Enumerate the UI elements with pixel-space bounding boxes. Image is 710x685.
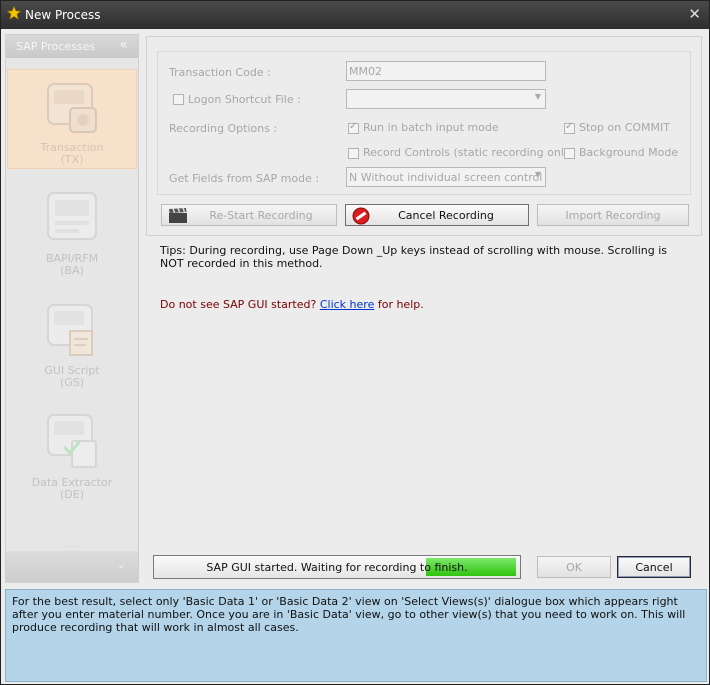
record-controls-label: Record Controls (static recording only)	[363, 146, 575, 159]
no-entry-icon	[352, 207, 370, 225]
gui-script-icon	[47, 304, 93, 356]
sidebar-item-code: (BA)	[60, 264, 84, 277]
recording-options-label: Recording Options :	[169, 122, 278, 135]
new-process-window: New Process ✕ SAP Processes « Transactio…	[0, 0, 710, 685]
title-bar: New Process ✕	[1, 1, 709, 29]
cancel-recording-button[interactable]: Cancel Recording	[345, 204, 529, 226]
recording-settings-panel: Transaction Code : MM02 Logon Shortcut F…	[146, 36, 702, 236]
sidebar-splitter-grip[interactable]: ....	[6, 541, 138, 550]
import-recording-label: Import Recording	[565, 209, 661, 222]
cancel-label: Cancel	[635, 561, 673, 574]
batch-input-checkbox[interactable]	[348, 121, 359, 134]
logon-shortcut-select[interactable]: ▼	[346, 89, 546, 109]
background-mode-label: Background Mode	[579, 146, 679, 159]
star-icon	[6, 5, 22, 23]
logon-shortcut-checkbox[interactable]	[173, 94, 184, 105]
record-controls-checkbox[interactable]	[348, 148, 359, 159]
background-mode-checkbox[interactable]	[564, 148, 575, 159]
import-recording-button[interactable]: Import Recording	[537, 204, 689, 226]
sidebar-item-code: (GS)	[59, 376, 85, 389]
stop-on-commit-checkbox[interactable]	[564, 121, 575, 134]
ok-button[interactable]: OK	[537, 556, 611, 578]
data-extractor-icon	[47, 414, 97, 468]
recording-status-bar: SAP GUI started. Waiting for recording t…	[153, 555, 521, 579]
sidebar-footer[interactable]: ⌄	[6, 551, 138, 582]
bapi-icon	[47, 192, 97, 240]
logon-shortcut-label: Logon Shortcut File :	[188, 93, 301, 106]
tips-text: Tips: During recording, use Page Down _U…	[160, 244, 667, 270]
transaction-code-label: Transaction Code :	[169, 66, 271, 79]
settings-group: Transaction Code : MM02 Logon Shortcut F…	[157, 51, 691, 195]
stop-on-commit-label: Stop on COMMIT	[579, 121, 670, 134]
click-here-link[interactable]: Click here	[320, 298, 375, 311]
sidebar-item-gui-script[interactable]: GUI Script (GS)	[7, 293, 137, 393]
sidebar-item-bapi[interactable]: BAPI/RFM (BA)	[7, 181, 137, 281]
sidebar-header: SAP Processes «	[6, 35, 138, 58]
ok-label: OK	[566, 561, 582, 574]
help-prefix: Do not see SAP GUI started?	[160, 298, 317, 311]
dropdown-arrow-icon: ▼	[534, 92, 541, 101]
sidebar-item-code: (DE)	[59, 488, 84, 501]
status-text: SAP GUI started. Waiting for recording t…	[206, 561, 468, 574]
collapse-sidebar-icon[interactable]: «	[119, 37, 128, 53]
get-fields-label: Get Fields from SAP mode :	[169, 172, 320, 185]
sidebar-item-transaction[interactable]: Transaction (TX)	[7, 69, 137, 169]
transaction-code-input[interactable]: MM02	[346, 61, 546, 81]
get-fields-select[interactable]: N Without individual screen control ▼	[346, 167, 546, 187]
sidebar-title: SAP Processes	[16, 40, 96, 53]
sidebar-item-data-extractor[interactable]: Data Extractor (DE)	[7, 405, 137, 505]
transaction-icon	[47, 83, 97, 133]
info-panel: For the best result, select only 'Basic …	[5, 589, 707, 682]
restart-recording-label: Re-Start Recording	[209, 209, 313, 222]
window-title: New Process	[25, 8, 101, 22]
sap-processes-sidebar: SAP Processes « Transaction (TX) BAPI/RF…	[5, 34, 139, 583]
batch-input-label: Run in batch input mode	[363, 121, 499, 134]
restart-recording-button[interactable]: Re-Start Recording	[161, 204, 337, 226]
help-line: Do not see SAP GUI started? Click here f…	[160, 298, 424, 311]
chevron-down-icon[interactable]: ⌄	[117, 558, 126, 571]
clapperboard-icon	[169, 207, 187, 223]
get-fields-value: N Without individual screen control	[349, 171, 543, 184]
close-icon[interactable]: ✕	[688, 5, 701, 23]
sidebar-item-code: (TX)	[60, 153, 84, 166]
cancel-button[interactable]: Cancel	[617, 556, 691, 578]
cancel-recording-label: Cancel Recording	[398, 209, 494, 222]
help-suffix: for help.	[377, 298, 424, 311]
dropdown-arrow-icon: ▼	[534, 170, 541, 179]
